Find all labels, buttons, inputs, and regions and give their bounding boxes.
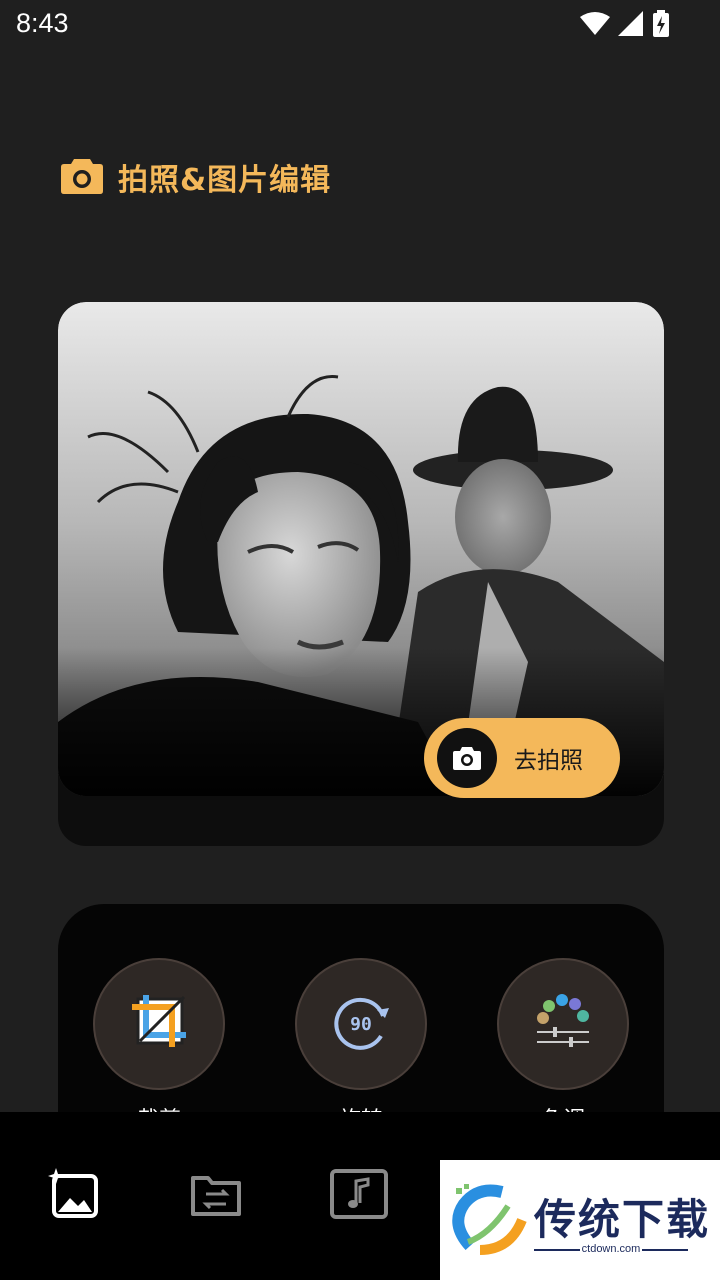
watermark: 传统下载 ctdown.com (440, 1160, 720, 1280)
nav-music[interactable] (330, 1168, 388, 1224)
watermark-logo-icon (450, 1184, 528, 1260)
tool-tone-circle (497, 958, 629, 1090)
file-convert-icon (190, 1168, 242, 1224)
rotate-90-icon: 90 (329, 990, 393, 1058)
tool-rotate-circle: 90 (295, 958, 427, 1090)
camera-icon (437, 728, 497, 788)
crop-icon (126, 989, 192, 1059)
go-shoot-label: 去拍照 (514, 748, 583, 774)
status-icons (580, 10, 670, 42)
svg-text:90: 90 (350, 1014, 372, 1035)
battery-charging-icon (652, 10, 670, 42)
nav-file-convert[interactable] (188, 1168, 244, 1224)
camera-icon (60, 155, 104, 199)
watermark-url: ctdown.com (581, 1243, 641, 1255)
tool-tone[interactable]: 色调 (497, 958, 629, 1134)
tool-crop-circle (93, 958, 225, 1090)
status-time: 8:43 (16, 8, 69, 38)
signal-icon (618, 11, 644, 41)
page-header: 拍照&图片编辑 (60, 155, 331, 199)
tool-rotate[interactable]: 90 旋转 (295, 958, 427, 1134)
page-title: 拍照&图片编辑 (118, 163, 332, 198)
watermark-divider (534, 1249, 580, 1251)
watermark-divider (642, 1249, 688, 1251)
nav-image-edit[interactable] (46, 1168, 102, 1224)
watermark-name: 传统下载 (534, 1195, 711, 1244)
tool-crop[interactable]: 裁剪 (93, 958, 225, 1134)
music-icon (330, 1169, 388, 1223)
color-adjust-icon (531, 990, 595, 1058)
status-bar: 8:43 (0, 0, 720, 50)
go-shoot-button[interactable]: 去拍照 (424, 718, 620, 798)
image-edit-icon (48, 1168, 100, 1224)
wifi-icon (580, 11, 610, 41)
